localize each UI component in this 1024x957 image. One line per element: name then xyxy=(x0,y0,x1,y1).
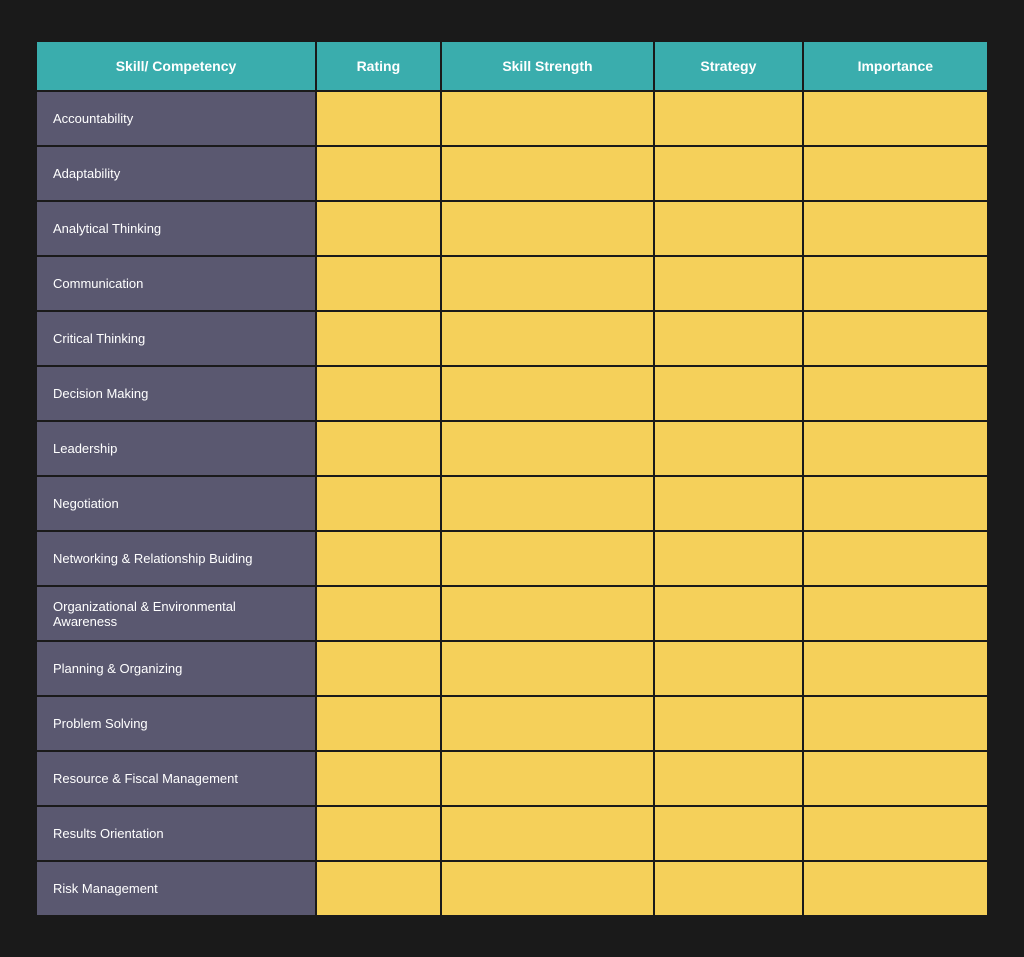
skill-cell: Leadership xyxy=(36,421,316,476)
skill-cell: Adaptability xyxy=(36,146,316,201)
data-cell-2[interactable] xyxy=(654,146,802,201)
skill-cell: Critical Thinking xyxy=(36,311,316,366)
col-header-skill: Skill/ Competency xyxy=(36,41,316,91)
table-row: Communication xyxy=(36,256,988,311)
data-cell-3[interactable] xyxy=(803,641,988,696)
data-cell-3[interactable] xyxy=(803,366,988,421)
data-cell-1[interactable] xyxy=(441,146,654,201)
data-cell-1[interactable] xyxy=(441,806,654,861)
table-row: Critical Thinking xyxy=(36,311,988,366)
table-row: Organizational & Environmental Awareness xyxy=(36,586,988,641)
data-cell-1[interactable] xyxy=(441,256,654,311)
table-container: Skill/ Competency Rating Skill Strength … xyxy=(20,25,1004,932)
data-cell-3[interactable] xyxy=(803,806,988,861)
data-cell-0[interactable] xyxy=(316,861,441,916)
data-cell-2[interactable] xyxy=(654,586,802,641)
skill-cell: Organizational & Environmental Awareness xyxy=(36,586,316,641)
data-cell-3[interactable] xyxy=(803,256,988,311)
data-cell-0[interactable] xyxy=(316,311,441,366)
data-cell-3[interactable] xyxy=(803,861,988,916)
data-cell-1[interactable] xyxy=(441,751,654,806)
data-cell-0[interactable] xyxy=(316,146,441,201)
table-row: Adaptability xyxy=(36,146,988,201)
data-cell-0[interactable] xyxy=(316,476,441,531)
col-header-strategy: Strategy xyxy=(654,41,802,91)
data-cell-2[interactable] xyxy=(654,806,802,861)
skill-cell: Decision Making xyxy=(36,366,316,421)
table-row: Risk Management xyxy=(36,861,988,916)
table-row: Negotiation xyxy=(36,476,988,531)
data-cell-3[interactable] xyxy=(803,91,988,146)
table-row: Resource & Fiscal Management xyxy=(36,751,988,806)
data-cell-1[interactable] xyxy=(441,476,654,531)
data-cell-1[interactable] xyxy=(441,366,654,421)
data-cell-2[interactable] xyxy=(654,201,802,256)
data-cell-2[interactable] xyxy=(654,311,802,366)
table-row: Networking & Relationship Buiding xyxy=(36,531,988,586)
data-cell-1[interactable] xyxy=(441,421,654,476)
skill-cell: Problem Solving xyxy=(36,696,316,751)
data-cell-2[interactable] xyxy=(654,366,802,421)
data-cell-3[interactable] xyxy=(803,696,988,751)
data-cell-1[interactable] xyxy=(441,861,654,916)
data-cell-1[interactable] xyxy=(441,641,654,696)
data-cell-0[interactable] xyxy=(316,366,441,421)
data-cell-0[interactable] xyxy=(316,91,441,146)
table-row: Analytical Thinking xyxy=(36,201,988,256)
table-row: Decision Making xyxy=(36,366,988,421)
data-cell-1[interactable] xyxy=(441,531,654,586)
table-row: Problem Solving xyxy=(36,696,988,751)
data-cell-2[interactable] xyxy=(654,696,802,751)
skill-cell: Negotiation xyxy=(36,476,316,531)
data-cell-0[interactable] xyxy=(316,201,441,256)
data-cell-0[interactable] xyxy=(316,806,441,861)
table-row: Results Orientation xyxy=(36,806,988,861)
data-cell-0[interactable] xyxy=(316,696,441,751)
col-header-importance: Importance xyxy=(803,41,988,91)
table-row: Leadership xyxy=(36,421,988,476)
data-cell-0[interactable] xyxy=(316,531,441,586)
skill-cell: Communication xyxy=(36,256,316,311)
col-header-skill-strength: Skill Strength xyxy=(441,41,654,91)
table-row: Accountability xyxy=(36,91,988,146)
data-cell-2[interactable] xyxy=(654,421,802,476)
data-cell-3[interactable] xyxy=(803,311,988,366)
data-cell-2[interactable] xyxy=(654,751,802,806)
data-cell-1[interactable] xyxy=(441,311,654,366)
data-cell-3[interactable] xyxy=(803,531,988,586)
data-cell-1[interactable] xyxy=(441,201,654,256)
data-cell-0[interactable] xyxy=(316,586,441,641)
skill-cell: Results Orientation xyxy=(36,806,316,861)
skill-cell: Accountability xyxy=(36,91,316,146)
data-cell-1[interactable] xyxy=(441,696,654,751)
data-cell-2[interactable] xyxy=(654,641,802,696)
data-cell-1[interactable] xyxy=(441,586,654,641)
data-cell-2[interactable] xyxy=(654,91,802,146)
data-cell-2[interactable] xyxy=(654,256,802,311)
table-row: Planning & Organizing xyxy=(36,641,988,696)
skill-cell: Risk Management xyxy=(36,861,316,916)
data-cell-2[interactable] xyxy=(654,861,802,916)
data-cell-3[interactable] xyxy=(803,146,988,201)
data-cell-1[interactable] xyxy=(441,91,654,146)
data-cell-2[interactable] xyxy=(654,476,802,531)
skill-cell: Planning & Organizing xyxy=(36,641,316,696)
data-cell-0[interactable] xyxy=(316,751,441,806)
skills-table: Skill/ Competency Rating Skill Strength … xyxy=(35,40,989,917)
skill-cell: Analytical Thinking xyxy=(36,201,316,256)
data-cell-3[interactable] xyxy=(803,201,988,256)
data-cell-3[interactable] xyxy=(803,586,988,641)
data-cell-0[interactable] xyxy=(316,421,441,476)
header-row: Skill/ Competency Rating Skill Strength … xyxy=(36,41,988,91)
data-cell-3[interactable] xyxy=(803,476,988,531)
data-cell-3[interactable] xyxy=(803,421,988,476)
data-cell-2[interactable] xyxy=(654,531,802,586)
col-header-rating: Rating xyxy=(316,41,441,91)
skill-cell: Networking & Relationship Buiding xyxy=(36,531,316,586)
data-cell-0[interactable] xyxy=(316,641,441,696)
data-cell-3[interactable] xyxy=(803,751,988,806)
skill-cell: Resource & Fiscal Management xyxy=(36,751,316,806)
data-cell-0[interactable] xyxy=(316,256,441,311)
